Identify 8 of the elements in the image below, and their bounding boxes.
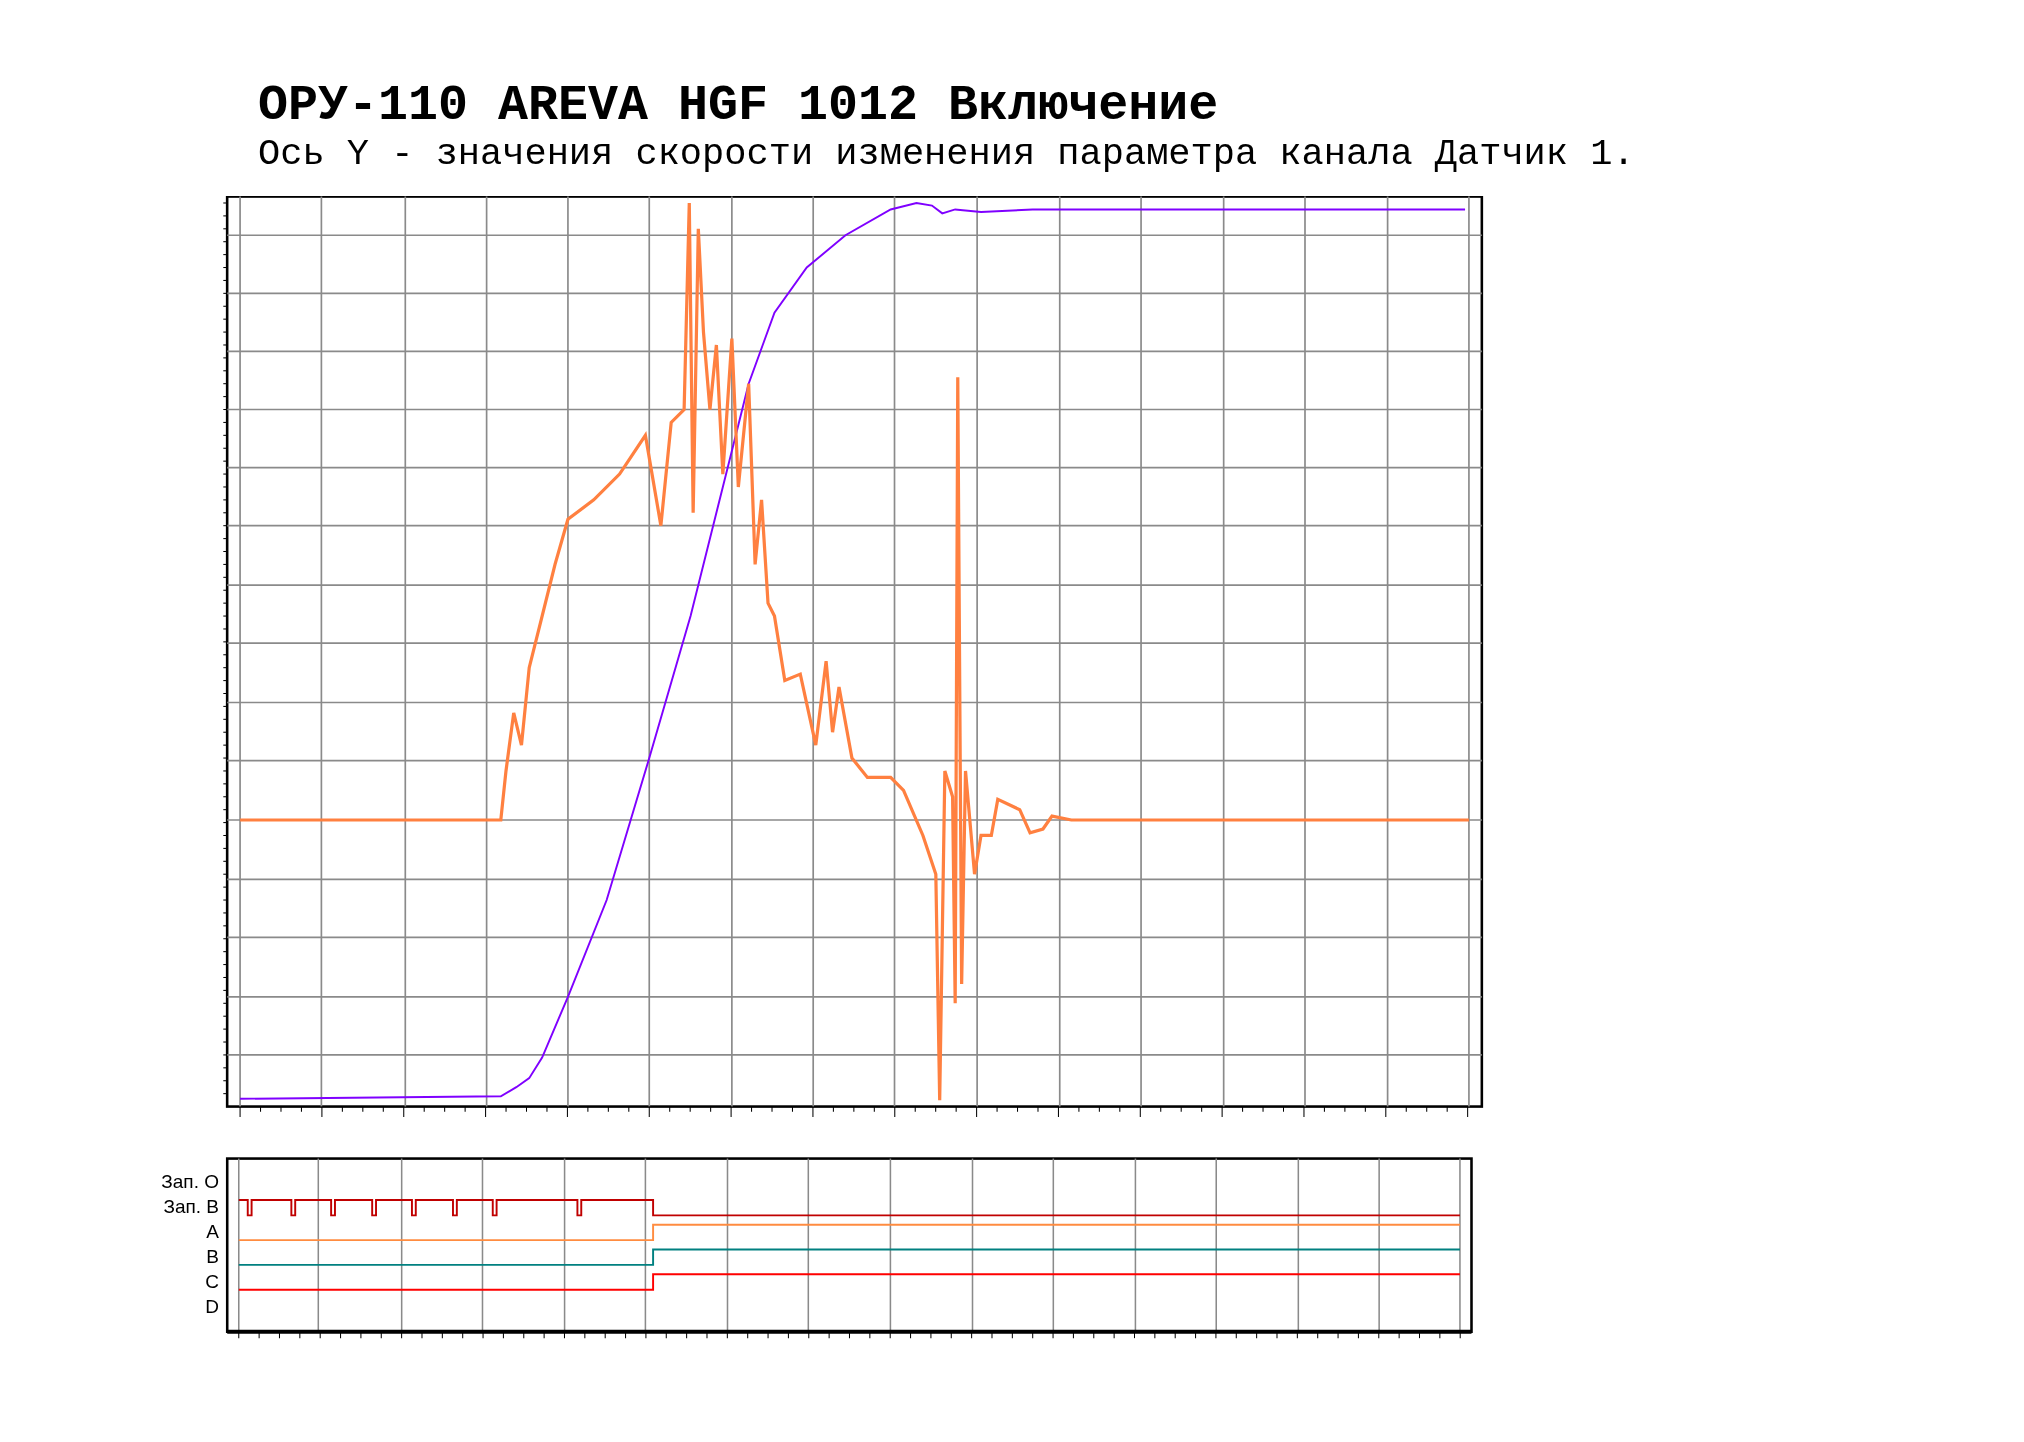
chart-subtitle: Ось Y - значения скорости изменения параметра канала Датчик 1. bbox=[258, 134, 1635, 174]
channel-label: A bbox=[206, 1219, 219, 1244]
channel-label: D bbox=[205, 1294, 219, 1319]
channel-label: Зап. О bbox=[161, 1170, 219, 1194]
chart-title: ОРУ-110 AREVA HGF 1012 Включение bbox=[258, 78, 1219, 134]
channel-label: B bbox=[206, 1244, 219, 1269]
channel-label: Зап. В bbox=[163, 1194, 219, 1219]
channel-label: C bbox=[205, 1269, 219, 1294]
